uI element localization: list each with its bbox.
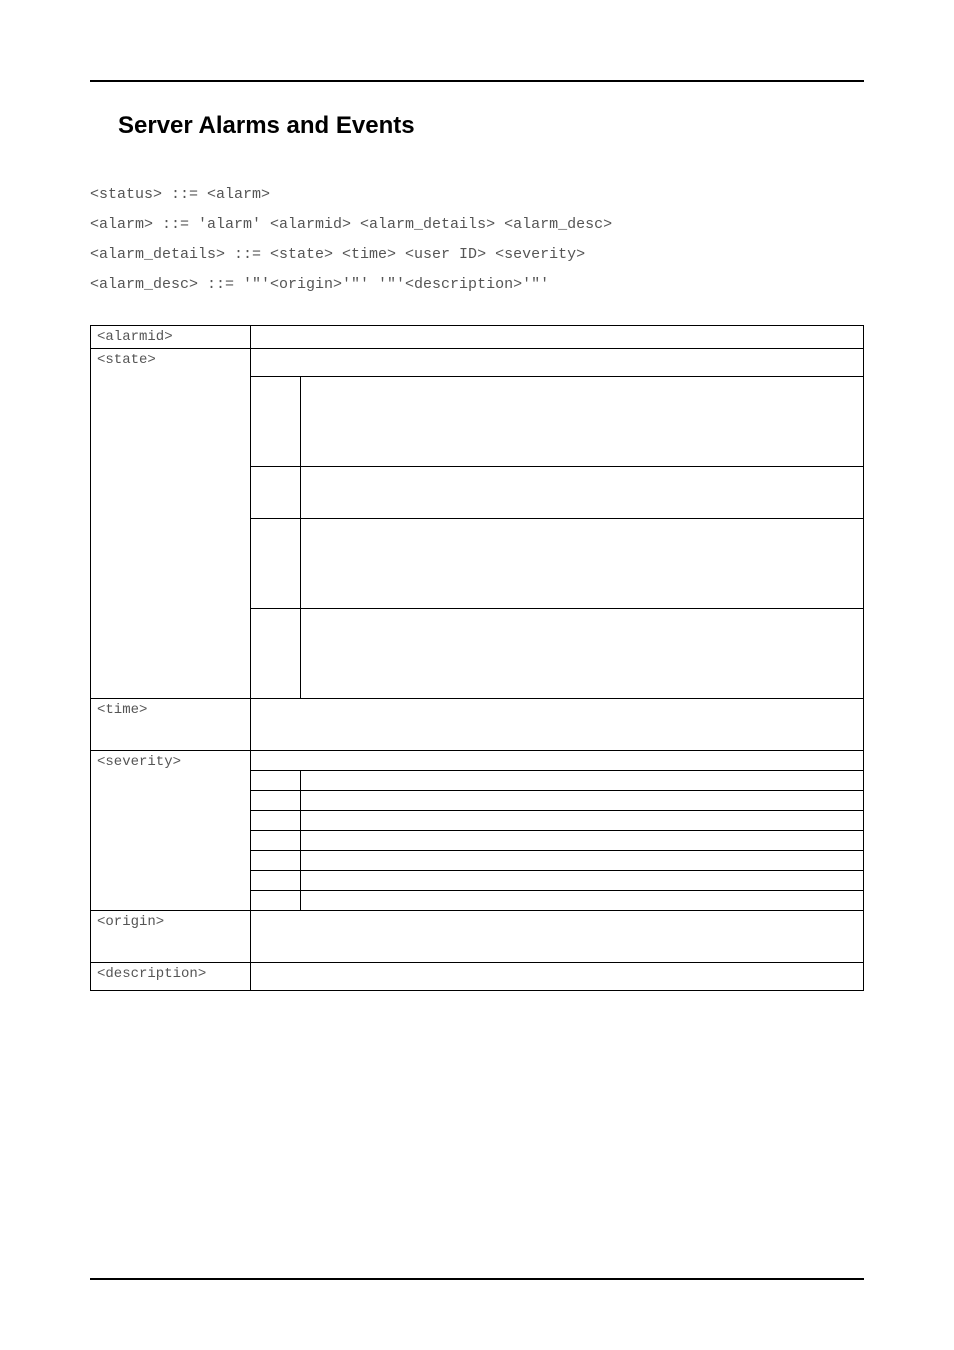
cell-desc: [301, 771, 864, 791]
cell-name: <origin>: [91, 911, 251, 963]
cell-name: <description>: [91, 963, 251, 991]
cell-desc: [251, 326, 864, 349]
cell-code: [251, 811, 301, 831]
cell-desc: [301, 791, 864, 811]
table-row: <severity>: [91, 751, 864, 771]
cell-code: [251, 871, 301, 891]
cell-desc: [301, 377, 864, 467]
cell-desc: [301, 609, 864, 699]
cell-name: <time>: [91, 699, 251, 751]
cell-code: [251, 851, 301, 871]
cell-code: [251, 377, 301, 467]
cell-desc: [251, 911, 864, 963]
table-row: <description>: [91, 963, 864, 991]
cell-desc: [301, 519, 864, 609]
cell-code: [251, 771, 301, 791]
page-title: Server Alarms and Events: [118, 112, 864, 140]
cell-desc: [301, 891, 864, 911]
table-row: <origin>: [91, 911, 864, 963]
cell-code: [251, 519, 301, 609]
cell-desc: [251, 699, 864, 751]
cell-name: <state>: [91, 349, 251, 699]
cell-desc: [251, 963, 864, 991]
cell-code: [251, 467, 301, 519]
cell-desc: [251, 349, 864, 377]
table-row: <alarmid>: [91, 326, 864, 349]
cell-name: <severity>: [91, 751, 251, 911]
table-row: <time>: [91, 699, 864, 751]
footer-rule: [90, 1278, 864, 1280]
bnf-block: <status> ::= <alarm> <alarm> ::= 'alarm'…: [90, 180, 864, 300]
page: Server Alarms and Events <status> ::= <a…: [0, 0, 954, 1051]
definition-table: <alarmid> <state> <time>: [90, 325, 864, 991]
cell-code: [251, 891, 301, 911]
cell-desc: [251, 751, 864, 771]
cell-desc: [301, 467, 864, 519]
top-rule: [90, 80, 864, 82]
cell-code: [251, 791, 301, 811]
cell-code: [251, 831, 301, 851]
cell-name: <alarmid>: [91, 326, 251, 349]
table-row: <state>: [91, 349, 864, 377]
cell-desc: [301, 831, 864, 851]
cell-desc: [301, 851, 864, 871]
cell-desc: [301, 871, 864, 891]
cell-code: [251, 609, 301, 699]
cell-desc: [301, 811, 864, 831]
